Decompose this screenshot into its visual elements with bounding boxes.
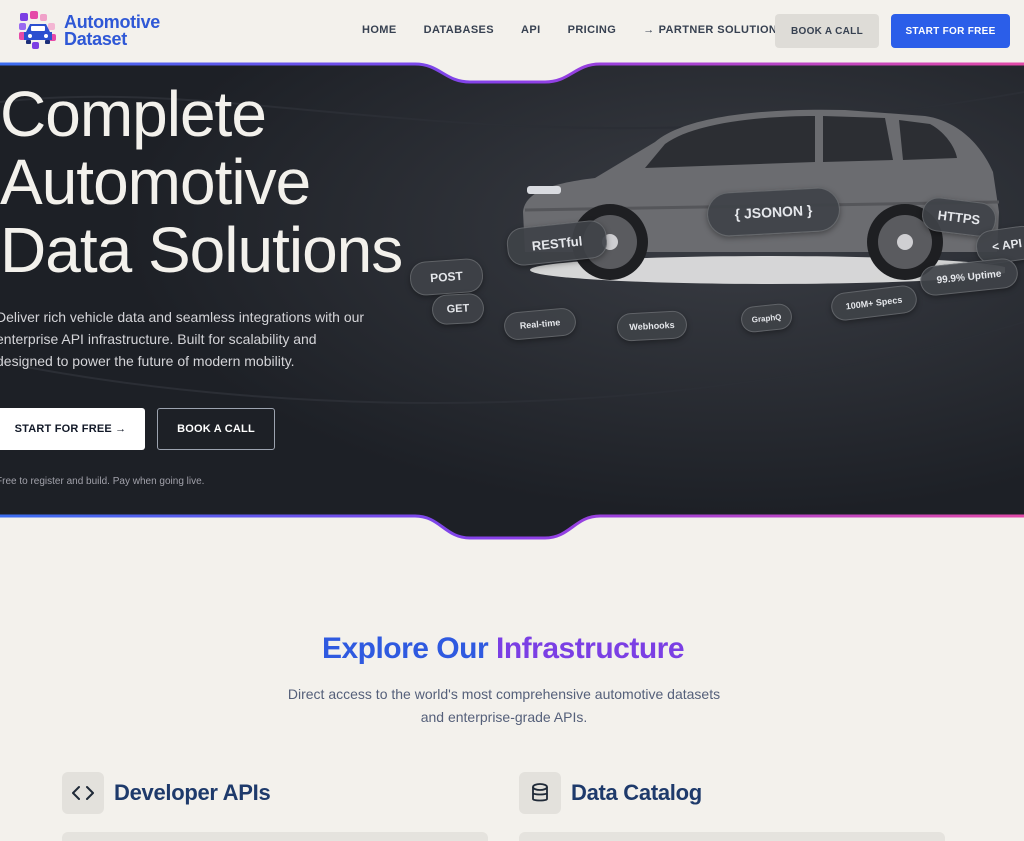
developer-apis-card: [62, 832, 488, 841]
brand-name-line2: Dataset: [64, 29, 127, 49]
hero-start-free-button[interactable]: START FOR FREE →: [0, 408, 145, 450]
hero-pricing-note: Free to register and build. Pay when goi…: [0, 476, 205, 487]
nav-api[interactable]: API: [521, 24, 541, 36]
nav-pricing[interactable]: PRICING: [568, 24, 617, 36]
code-icon: [62, 772, 104, 814]
top-navigation: Automotive Dataset HOME DATABASES API PR…: [0, 0, 1024, 62]
car-logo-icon: [18, 10, 60, 52]
book-call-button[interactable]: BOOK A CALL: [775, 14, 879, 48]
feature-data-catalog[interactable]: Data Catalog: [519, 772, 702, 814]
nav-partner-label: PARTNER SOLUTIONS: [658, 24, 786, 36]
hero-title-line: Data Solutions: [0, 214, 403, 286]
hero-section: Complete Automotive Data Solutions Deliv…: [0, 62, 1024, 542]
feature-label: Developer APIs: [114, 780, 271, 805]
section-title-part2: Infrastructure: [496, 632, 685, 665]
nav-databases[interactable]: DATABASES: [424, 24, 494, 36]
hero-title-line: Complete: [0, 78, 267, 150]
database-icon: [519, 772, 561, 814]
arrow-right-icon: →: [643, 24, 655, 36]
section-title: Explore Our Infrastructure: [0, 632, 1006, 666]
hero-book-call-button[interactable]: BOOK A CALL: [157, 408, 275, 450]
tag-json: { JSONON }: [705, 186, 842, 238]
tag-webhooks: Webhooks: [616, 310, 688, 342]
section-title-part1: Explore Our: [321, 632, 489, 665]
tag-post: POST: [408, 257, 485, 297]
feature-label: Data Catalog: [571, 780, 702, 805]
start-free-button[interactable]: START FOR FREE: [891, 14, 1010, 48]
section-subtitle: Direct access to the world's most compre…: [287, 686, 721, 725]
brand-logo[interactable]: Automotive Dataset: [18, 10, 160, 52]
nav-home[interactable]: HOME: [362, 24, 397, 36]
data-catalog-card: [519, 832, 945, 841]
feature-developer-apis[interactable]: Developer APIs: [62, 772, 271, 814]
hero-title: Complete Automotive Data Solutions: [0, 78, 403, 286]
hero-description: Deliver rich vehicle data and seamless i…: [0, 309, 365, 369]
nav-partner-solutions[interactable]: → PARTNER SOLUTIONS: [643, 24, 785, 36]
tag-get: GET: [431, 292, 485, 326]
hero-title-line: Automotive: [0, 146, 311, 218]
